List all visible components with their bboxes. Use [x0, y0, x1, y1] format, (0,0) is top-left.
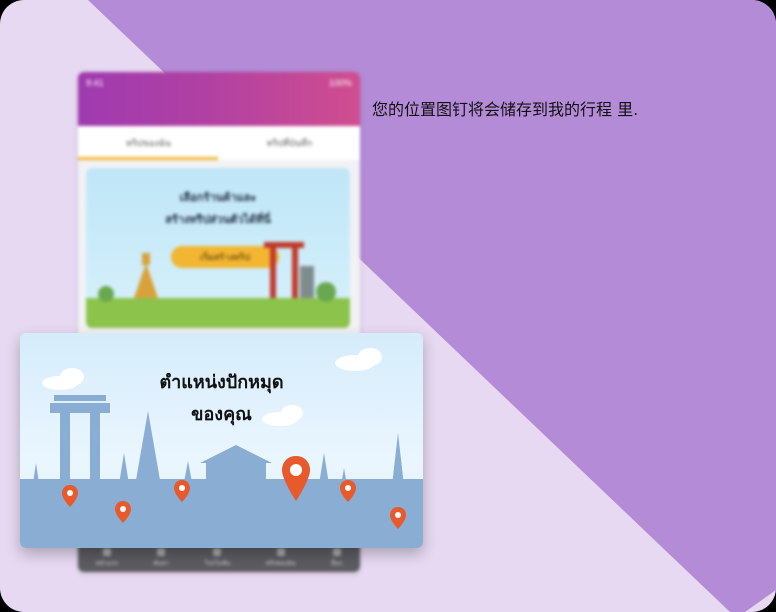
home-icon [102, 548, 111, 556]
card-title-line-1: ตำแหน่งปักหมุด [159, 372, 284, 393]
nav-home-label: หน้าแรก [95, 561, 118, 567]
trip-icon [276, 548, 285, 556]
tab-my-trips[interactable]: ทริปของฉัน [78, 126, 219, 160]
tab-saved-trips-label: ทริปที่บันทึก [266, 138, 313, 148]
phone-tab-bar: ทริปของฉัน ทริปที่บันทึก [78, 126, 360, 160]
nav-promotion-label: โปรโมชั่น [204, 561, 231, 567]
nav-more[interactable]: อื่นๆ [331, 548, 342, 568]
tab-my-trips-label: ทริปของฉัน [126, 138, 171, 148]
phone-status-left: 9:41 [86, 78, 104, 88]
promotion-icon [213, 548, 222, 556]
phone-status-bar: 9:41 100% [78, 72, 360, 126]
nav-my-trips-label: ทริปของฉัน [265, 561, 296, 567]
card-title-line-2: ของคุณ [191, 404, 252, 425]
hero-banner: เลือกร้านค้าและ สร้างทริปส่วนตัวได้ที่นี… [86, 168, 350, 328]
nav-search[interactable]: ค้นหา [154, 548, 169, 568]
nav-my-trips[interactable]: ทริปของฉัน [266, 548, 296, 568]
hero-illustration [86, 242, 350, 328]
tab-saved-trips[interactable]: ทริปที่บันทึก [219, 126, 360, 160]
pin-location-card: ตำแหน่งปักหมุด ของคุณ [20, 333, 423, 548]
nav-search-label: ค้นหา [153, 561, 169, 567]
phone-status-right: 100% [328, 78, 352, 88]
onboarding-frame: 9:41 100% ทริปของฉัน ทริปที่บันทึก เลือก… [0, 0, 776, 612]
search-icon [157, 548, 166, 556]
nav-promotion[interactable]: โปรโมชั่น [204, 548, 231, 568]
nav-home[interactable]: หน้าแรก [96, 548, 118, 568]
active-tab-indicator [78, 157, 218, 160]
bangkok-skyline-illustration [20, 348, 423, 548]
nav-more-label: อื่นๆ [331, 561, 343, 567]
pin-save-message: 您的位置图钉将会储存到我的行程 里. [372, 100, 639, 119]
more-icon [332, 548, 341, 556]
phone-bottom-nav: หน้าแรก ค้นหา โปรโมชั่น ทริปของฉัน อื่นๆ [78, 544, 360, 572]
